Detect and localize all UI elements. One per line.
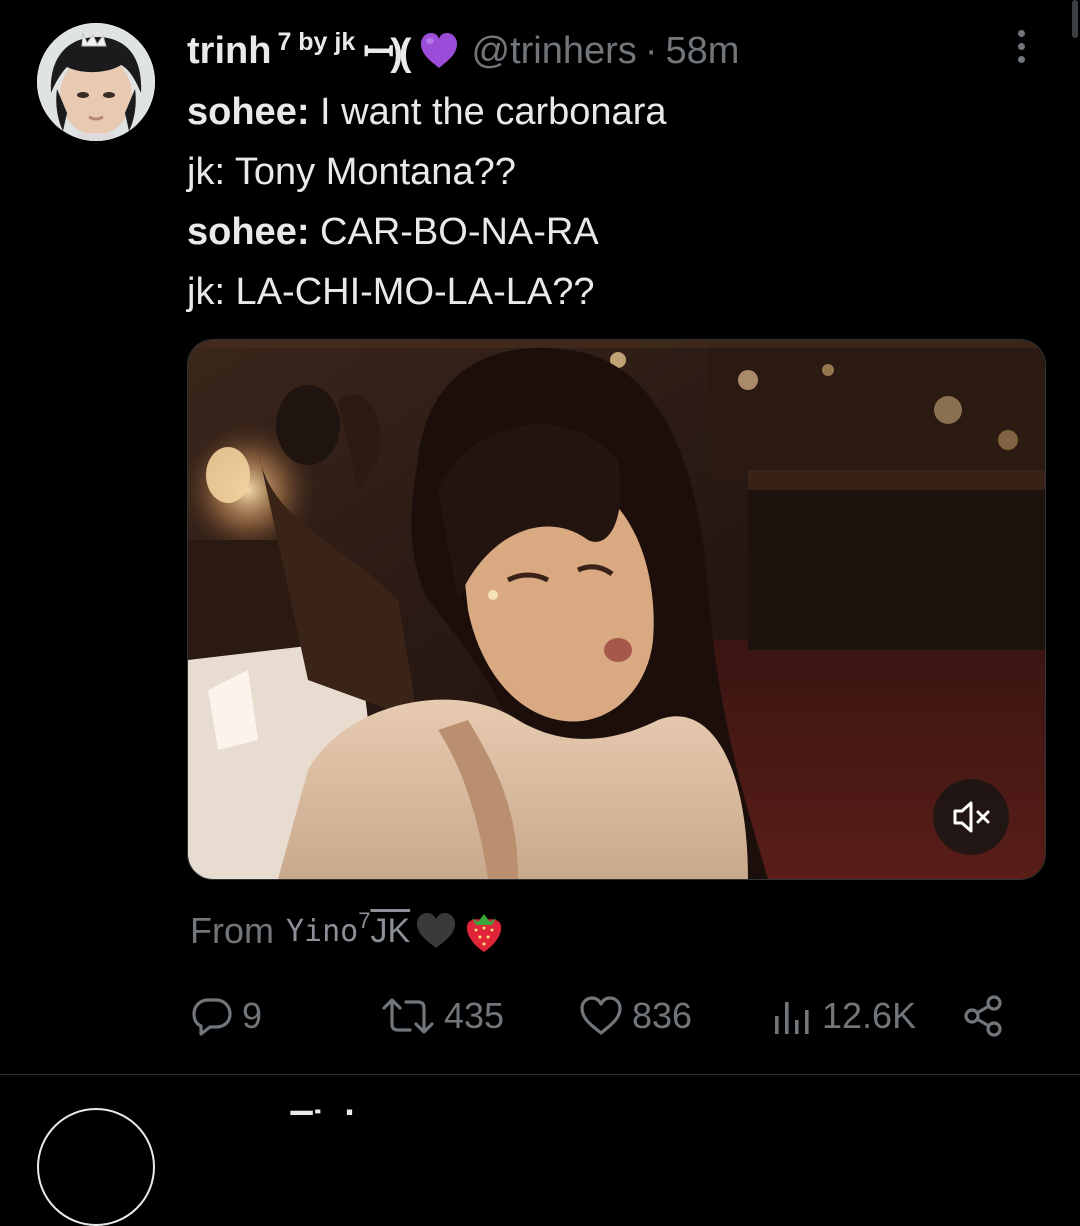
author-display-name[interactable]: trinh [187, 30, 271, 73]
tweet-divider [0, 1074, 1080, 1075]
scrollbar[interactable] [1068, 0, 1080, 60]
volume-muted-icon [953, 801, 990, 833]
tweet-text: sohee: I want the carbonara jk: Tony Mon… [187, 82, 1047, 322]
more-options-button[interactable] [1003, 24, 1039, 68]
video-frame [188, 340, 1045, 879]
strawberry-icon [467, 914, 502, 952]
next-tweet-display-name[interactable]: Tiel [290, 1106, 430, 1115]
purple-heart-icon [418, 30, 460, 72]
reply-count: 9 [242, 995, 263, 1036]
share-button[interactable] [960, 988, 1014, 1044]
tweet-timestamp[interactable]: 58m [665, 30, 739, 73]
video-player[interactable] [187, 339, 1046, 880]
heart-icon [580, 996, 622, 1035]
attribution-superscript: 7 [358, 908, 371, 933]
speaker-label: jk: [187, 271, 225, 313]
like-button[interactable]: 836 [578, 988, 692, 1044]
author-handle[interactable]: @trinhers [472, 30, 637, 73]
media-attribution[interactable]: From Yino 7 JK [190, 905, 506, 957]
speaker-label: sohee: [187, 211, 310, 253]
author-name-superscript: 7 by jk [277, 27, 356, 56]
view-count: 12.6K [822, 995, 917, 1036]
black-heart-icon [417, 913, 456, 948]
tweet-line: jk: LA-CHI-MO-LA-LA?? [187, 262, 1047, 322]
tweet-line: sohee: CAR-BO-NA-RA [187, 202, 1047, 262]
share-icon [964, 995, 1002, 1037]
views-button[interactable]: 12.6K [770, 988, 916, 1044]
line-text: I want the carbonara [309, 91, 667, 133]
speaker-label: jk: [187, 151, 225, 193]
tweet-line: jk: Tony Montana?? [187, 142, 1047, 202]
reply-icon [192, 998, 232, 1036]
tweet-actions: 9 435 836 12.6K [190, 988, 1020, 1044]
repost-count: 435 [444, 995, 505, 1036]
repost-button[interactable]: 435 [380, 988, 504, 1044]
reply-button[interactable]: 9 [190, 988, 262, 1044]
speaker-label: sohee: [187, 91, 310, 133]
attribution-jk: JK [370, 911, 411, 950]
line-text: CAR-BO-NA-RA [309, 211, 599, 253]
scrollbar-thumb[interactable] [1072, 0, 1078, 38]
like-count: 836 [632, 995, 693, 1036]
next-tweet-avatar[interactable] [37, 1108, 155, 1226]
repost-icon [382, 998, 434, 1034]
tweet-header: trinh 7 by jk ꟷ)( @trinhers · 58m [187, 26, 739, 76]
author-name-decoration: ꟷ)( [363, 32, 411, 74]
views-bar-chart-icon [775, 1002, 809, 1034]
avatar-image [37, 23, 155, 141]
line-text: Tony Montana?? [225, 151, 516, 193]
mute-toggle-button[interactable] [933, 779, 1009, 855]
more-vertical-icon [1017, 29, 1025, 37]
tweet-line: sohee: I want the carbonara [187, 82, 1047, 142]
separator-dot: · [644, 29, 658, 72]
attribution-name[interactable]: Yino [286, 914, 358, 949]
line-text: LA-CHI-MO-LA-LA?? [225, 271, 595, 313]
attribution-prefix: From [190, 910, 274, 951]
author-avatar[interactable] [37, 23, 155, 141]
